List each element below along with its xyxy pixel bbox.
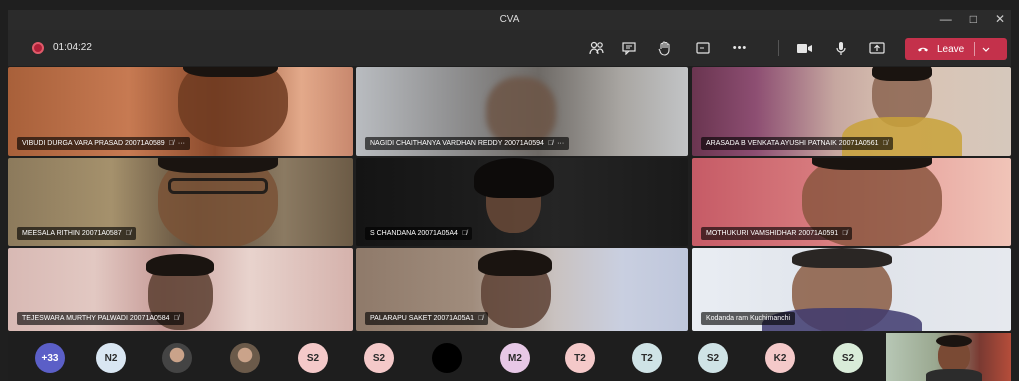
share-tray-icon[interactable]: [692, 38, 714, 58]
leave-button[interactable]: Leave: [905, 38, 1007, 60]
participant-strip: +33 N2 S2 S2 M2 T2 T2 S2 K2 S2: [8, 333, 1011, 381]
participant-avatar[interactable]: S2: [364, 343, 394, 373]
leave-divider: [974, 42, 976, 56]
participant-name: VIBUDI DURGA VARA PRASAD 20071A0589: [22, 140, 165, 147]
participant-avatar[interactable]: +33: [35, 343, 65, 373]
participant-avatar[interactable]: N2: [96, 343, 126, 373]
chevron-down-icon[interactable]: [982, 44, 990, 54]
video-tile[interactable]: MEESALA RITHIN 20071A0587 🎙̸: [8, 158, 353, 246]
video-tile[interactable]: Kodanda ram Kuchimanchi: [692, 248, 1011, 331]
participant-avatar[interactable]: S2: [298, 343, 328, 373]
participant-avatar[interactable]: [432, 343, 462, 373]
window-controls: — □ ✕: [940, 12, 1005, 26]
leave-label: Leave: [937, 43, 965, 55]
meeting-timer: 01:04:22: [53, 42, 92, 53]
participant-avatar[interactable]: K2: [765, 343, 795, 373]
raise-hand-icon[interactable]: [654, 38, 676, 58]
participant-name-tag: ARASADA B VENKATA AYUSHI PATNAIK 20071A0…: [701, 137, 893, 150]
mic-off-icon: 🎙̸: [168, 140, 174, 147]
toolbar-divider: [778, 40, 779, 56]
participant-avatar[interactable]: T2: [632, 343, 662, 373]
mic-off-icon: 🎙̸: [547, 140, 554, 147]
participants-icon[interactable]: [586, 38, 608, 58]
participant-avatar[interactable]: [162, 343, 192, 373]
window-title: CVA: [499, 14, 520, 25]
participant-name: S CHANDANA 20071A05A4: [370, 230, 458, 237]
participant-name: ARASADA B VENKATA AYUSHI PATNAIK 20071A0…: [706, 140, 879, 147]
maximize-button[interactable]: □: [970, 12, 977, 26]
participant-name-tag: VIBUDI DURGA VARA PRASAD 20071A0589 🎙̸ ·…: [17, 137, 190, 150]
share-screen-icon[interactable]: [866, 38, 888, 58]
microphone-icon[interactable]: [830, 38, 852, 58]
participant-name: MOTHUKURI VAMSHIDHAR 20071A0591: [706, 230, 839, 237]
mic-off-icon: 🎙̸: [125, 230, 131, 237]
video-tile[interactable]: PALARAPU SAKET 20071A05A1 🎙̸: [356, 248, 688, 331]
window-titlebar: CVA — □ ✕: [8, 10, 1011, 30]
participant-name-tag: MEESALA RITHIN 20071A0587 🎙̸: [17, 227, 136, 240]
participant-name-tag: TEJESWARA MURTHY PALWADI 20071A0584 🎙̸: [17, 312, 184, 325]
participant-name: PALARAPU SAKET 20071A05A1: [370, 315, 475, 322]
camera-icon[interactable]: [794, 38, 816, 58]
participant-avatar[interactable]: M2: [500, 343, 530, 373]
minimize-button[interactable]: —: [940, 12, 952, 26]
recording-indicator-icon: [32, 42, 44, 54]
participant-name-tag: MOTHUKURI VAMSHIDHAR 20071A0591 🎙̸: [701, 227, 853, 240]
chat-icon[interactable]: [618, 38, 640, 58]
mic-off-icon: 🎙̸: [173, 315, 179, 322]
mic-off-icon: 🎙̸: [882, 140, 888, 147]
participant-avatar[interactable]: S2: [833, 343, 863, 373]
participant-name: NAGIDI CHAITHANYA VARDHAN REDDY 20071A05…: [370, 140, 544, 147]
hang-up-icon: [917, 43, 929, 55]
mic-off-icon: 🎙̸: [478, 315, 484, 322]
tile-more-icon[interactable]: ···: [557, 137, 564, 150]
tile-more-icon[interactable]: ···: [178, 137, 185, 150]
meeting-toolbar: 01:04:22 ••• Leave: [8, 30, 1011, 66]
self-view-video[interactable]: [886, 333, 1011, 381]
video-tile[interactable]: S CHANDANA 20071A05A4 🎙̸: [356, 158, 688, 246]
close-button[interactable]: ✕: [995, 12, 1005, 26]
participant-avatar[interactable]: [230, 343, 260, 373]
participant-name: TEJESWARA MURTHY PALWADI 20071A0584: [22, 315, 170, 322]
video-tile[interactable]: ARASADA B VENKATA AYUSHI PATNAIK 20071A0…: [692, 67, 1011, 156]
video-tile[interactable]: MOTHUKURI VAMSHIDHAR 20071A0591 🎙̸: [692, 158, 1011, 246]
participant-avatar[interactable]: S2: [698, 343, 728, 373]
participant-name-tag: S CHANDANA 20071A05A4 🎙̸: [365, 227, 473, 240]
mic-off-icon: 🎙̸: [461, 230, 468, 237]
participant-name: MEESALA RITHIN 20071A0587: [22, 230, 122, 237]
video-tile[interactable]: NAGIDI CHAITHANYA VARDHAN REDDY 20071A05…: [356, 67, 688, 156]
mic-off-icon: 🎙̸: [842, 230, 848, 237]
self-view-shirt: [926, 369, 982, 381]
video-grid: VIBUDI DURGA VARA PRASAD 20071A0589 🎙̸ ·…: [8, 67, 1011, 331]
participant-avatar[interactable]: T2: [565, 343, 595, 373]
participant-name-tag: PALARAPU SAKET 20071A05A1 🎙̸: [365, 312, 489, 325]
more-actions-icon[interactable]: •••: [729, 38, 751, 58]
self-view-hair: [936, 335, 972, 347]
participant-name-tag: Kodanda ram Kuchimanchi: [701, 312, 796, 325]
video-tile[interactable]: TEJESWARA MURTHY PALWADI 20071A0584 🎙̸: [8, 248, 353, 331]
participant-name-tag: NAGIDI CHAITHANYA VARDHAN REDDY 20071A05…: [365, 137, 570, 150]
video-tile[interactable]: VIBUDI DURGA VARA PRASAD 20071A0589 🎙̸ ·…: [8, 67, 353, 156]
participant-name: Kodanda ram Kuchimanchi: [706, 315, 791, 322]
